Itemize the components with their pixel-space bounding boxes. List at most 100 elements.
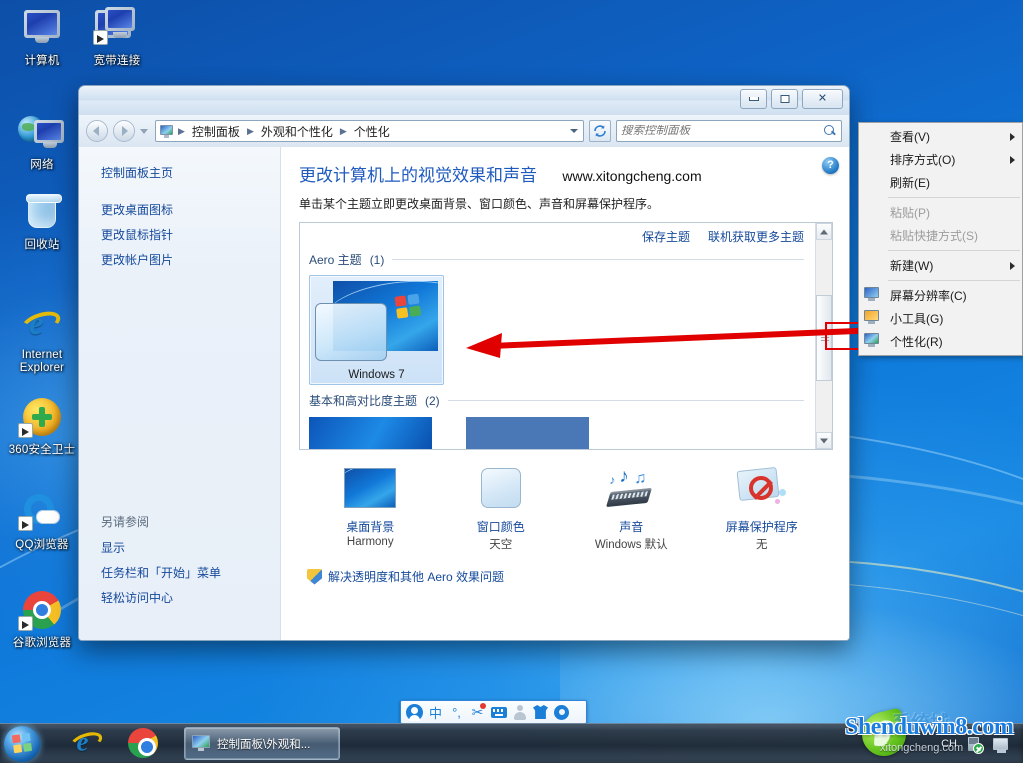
desktop-icon-label: 宽带连接 (93, 55, 141, 67)
theme-list[interactable]: 保存主题 联机获取更多主题 Aero 主题 (1) Windows 7 基本和高… (299, 222, 833, 450)
aero-troubleshoot-link[interactable]: 解决透明度和其他 Aero 效果问题 (328, 568, 504, 585)
desktop-icon-recycle-bin[interactable]: 回收站 (3, 190, 81, 252)
control-panel-window[interactable]: ✕ ▶ 控制面板 ▶ 外观和个性化 ▶ 个性化 搜索控制面板 控制面板主页 更改… (78, 85, 850, 641)
personalization-icon (159, 124, 174, 138)
see-also-display[interactable]: 显示 (79, 535, 280, 560)
menu-item-view[interactable]: 查看(V) (859, 125, 1022, 148)
address-dropdown-icon[interactable] (567, 121, 581, 141)
scrollbar-thumb[interactable] (816, 295, 832, 381)
forward-button[interactable] (113, 120, 135, 142)
desktop-icon-label: 计算机 (24, 55, 60, 67)
sound-icon: ♪ ♪ ♫ (599, 466, 663, 514)
theme-card-basic-2[interactable] (466, 417, 601, 449)
menu-item-screen-resolution[interactable]: 屏幕分辨率(C) (859, 284, 1022, 307)
theme-group-basic: 基本和高对比度主题 (2) (300, 390, 832, 412)
breadcrumb-personalization[interactable]: 个性化 (351, 121, 393, 142)
keyboard-icon[interactable] (488, 702, 509, 722)
network-icon[interactable] (992, 736, 1009, 753)
desktop-icon-computer[interactable]: 计算机 (3, 6, 81, 68)
desktop-icon-label: 网络 (30, 159, 54, 171)
setting-value: 无 (756, 539, 768, 551)
desktop-icon-qq-browser[interactable]: QQ浏览器 (3, 487, 81, 552)
nav-change-account-picture[interactable]: 更改帐户图片 (79, 247, 280, 272)
save-theme-link[interactable]: 保存主题 (642, 228, 690, 245)
theme-card-basic-1[interactable] (309, 417, 444, 449)
desktop-icon-network[interactable]: 网络 (3, 110, 81, 172)
recent-pages-dropdown-icon[interactable] (140, 120, 150, 142)
setting-window-color[interactable]: 窗口颜色 天空 (436, 466, 567, 552)
menu-item-label: 小工具(G) (890, 312, 944, 326)
internet-explorer-icon: e (16, 300, 68, 346)
setting-sounds[interactable]: ♪ ♪ ♫ 声音 Windows 默认 (566, 466, 697, 552)
page-subtitle: 单击某个主题立即更改桌面背景、窗口颜色、声音和屏幕保护程序。 (299, 197, 660, 211)
setting-label: 声音 (619, 520, 644, 534)
menu-separator (888, 250, 1020, 251)
scissors-icon[interactable]: ✂ (467, 702, 488, 722)
theme-list-scrollbar[interactable] (815, 223, 832, 449)
maximize-button[interactable] (771, 89, 798, 109)
menu-item-paste-shortcut: 粘贴快捷方式(S) (859, 224, 1022, 247)
system-tray[interactable]: CH (933, 724, 1019, 763)
nav-change-desktop-icons[interactable]: 更改桌面图标 (79, 197, 280, 222)
window-controls: ✕ (740, 89, 843, 109)
desktop-icon-chrome-browser[interactable]: 谷歌浏览器 (3, 588, 81, 650)
menu-item-gadgets[interactable]: 小工具(G) (859, 307, 1022, 330)
start-button[interactable] (4, 726, 40, 762)
desktop-icon-internet-explorer[interactable]: e Internet Explorer (3, 300, 81, 375)
menu-item-label: 粘贴快捷方式(S) (890, 229, 978, 243)
input-language-indicator[interactable]: CH (941, 738, 957, 750)
address-bar[interactable]: ▶ 控制面板 ▶ 外观和个性化 ▶ 个性化 (155, 120, 584, 142)
theme-card-windows7[interactable]: Windows 7 (309, 275, 444, 385)
nav-change-mouse-pointers[interactable]: 更改鼠标指针 (79, 222, 280, 247)
menu-item-new[interactable]: 新建(W) (859, 254, 1022, 277)
see-also-ease-of-access[interactable]: 轻松访问中心 (79, 585, 280, 610)
setting-desktop-background[interactable]: 桌面背景 Harmony (305, 466, 436, 552)
setting-label: 窗口颜色 (476, 520, 525, 534)
taskbar-chrome[interactable] (128, 728, 158, 758)
computer-icon (16, 6, 68, 52)
refresh-button[interactable] (589, 120, 611, 142)
menu-separator (888, 197, 1020, 198)
minimize-button[interactable] (740, 89, 767, 109)
breadcrumb-control-panel[interactable]: 控制面板 (189, 121, 243, 142)
setting-screen-saver[interactable]: 屏幕保护程序 无 (697, 466, 828, 552)
menu-item-label: 新建(W) (890, 259, 934, 273)
action-center-icon[interactable] (966, 736, 984, 754)
taskbar-internet-explorer[interactable]: e (68, 728, 105, 758)
search-box[interactable] (616, 120, 842, 142)
menu-item-personalize[interactable]: 个性化(R) (859, 330, 1022, 353)
settings-gear-icon[interactable] (551, 702, 572, 722)
search-input[interactable] (621, 125, 824, 137)
chevron-right-icon (1010, 132, 1015, 141)
desktop-context-menu[interactable]: 查看(V) 排序方式(O) 刷新(E) 粘贴(P) 粘贴快捷方式(S) 新建(W… (858, 122, 1023, 356)
back-button[interactable] (86, 120, 108, 142)
get-more-themes-link[interactable]: 联机获取更多主题 (708, 228, 804, 245)
chevron-right-icon (1010, 155, 1015, 164)
menu-separator (888, 280, 1020, 281)
aero-troubleshoot-row[interactable]: 解决透明度和其他 Aero 效果问题 (299, 568, 833, 585)
taskbar-window-control-panel[interactable]: 控制面板\外观和... (184, 727, 340, 760)
breadcrumb-separator-icon: ▶ (246, 125, 254, 136)
breadcrumb-appearance[interactable]: 外观和个性化 (258, 121, 336, 142)
menu-item-sort-by[interactable]: 排序方式(O) (859, 148, 1022, 171)
see-also-taskbar-start-menu[interactable]: 任务栏和「开始」菜单 (79, 560, 280, 585)
scroll-up-button[interactable] (816, 223, 832, 240)
ime-mode-chinese[interactable]: 中 (425, 702, 446, 722)
menu-item-refresh[interactable]: 刷新(E) (859, 171, 1022, 194)
punctuation-icon[interactable]: °, (446, 702, 467, 722)
user-icon[interactable] (509, 702, 530, 722)
ime-logo-icon[interactable] (404, 702, 425, 722)
menu-item-label: 刷新(E) (890, 176, 930, 190)
help-button[interactable]: ? (822, 157, 839, 174)
ime-toolbar[interactable]: 中 °, ✂ (400, 700, 587, 724)
nav-control-panel-home[interactable]: 控制面板主页 (79, 160, 280, 185)
skin-icon[interactable] (530, 702, 551, 722)
setting-value: Windows 默认 (594, 539, 668, 551)
close-button[interactable]: ✕ (802, 89, 843, 109)
theme-group-title: 基本和高对比度主题 (309, 394, 418, 408)
desktop-icon-broadband[interactable]: 宽带连接 (78, 6, 156, 68)
window-title-bar[interactable]: ✕ (79, 86, 849, 115)
scroll-down-button[interactable] (816, 432, 832, 449)
desktop-icon-360-security[interactable]: 360安全卫士 (3, 395, 81, 457)
theme-group-title: Aero 主题 (309, 253, 362, 267)
